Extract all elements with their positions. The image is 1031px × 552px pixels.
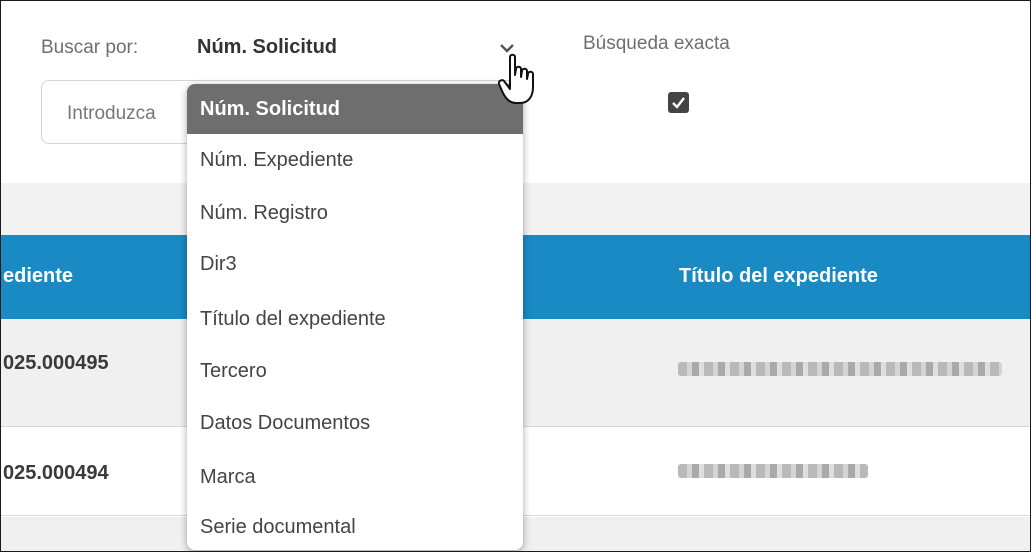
dropdown-option-num-expediente[interactable]: Núm. Expediente: [187, 135, 523, 185]
checkmark-icon: [672, 97, 685, 109]
dropdown-option-num-registro[interactable]: Núm. Registro: [187, 188, 523, 238]
search-by-label: Buscar por:: [41, 37, 139, 58]
dropdown-option-tercero[interactable]: Tercero: [187, 346, 523, 396]
dropdown-option-serie-documental[interactable]: Serie documental: [187, 502, 523, 550]
exact-search-checkbox[interactable]: [668, 92, 689, 113]
column-header-titulo[interactable]: Título del expediente: [679, 265, 878, 288]
expediente-number: 025.000494: [3, 462, 109, 484]
redacted-title: [678, 464, 868, 478]
search-input-placeholder: Introduzca: [67, 103, 156, 124]
app-frame: Buscar por: Núm. Solicitud Introduzca Bú…: [0, 0, 1031, 552]
hand-cursor-icon: [498, 53, 534, 104]
redacted-title: [678, 362, 1002, 376]
column-header-expediente[interactable]: ediente: [3, 265, 73, 288]
dropdown-option-datos-documentos[interactable]: Datos Documentos: [187, 398, 523, 448]
dropdown-option-titulo[interactable]: Título del expediente: [187, 294, 523, 344]
dropdown-option-dir3[interactable]: Dir3: [187, 239, 523, 289]
dropdown-option-marca[interactable]: Marca: [187, 452, 523, 502]
dropdown-option-num-solicitud[interactable]: Núm. Solicitud: [187, 84, 523, 134]
exact-search-label: Búsqueda exacta: [583, 33, 730, 54]
expediente-number: 025.000495: [3, 352, 109, 374]
search-by-select[interactable]: Núm. Solicitud: [197, 36, 337, 59]
search-by-dropdown: Núm. Solicitud Núm. Expediente Núm. Regi…: [187, 84, 523, 550]
